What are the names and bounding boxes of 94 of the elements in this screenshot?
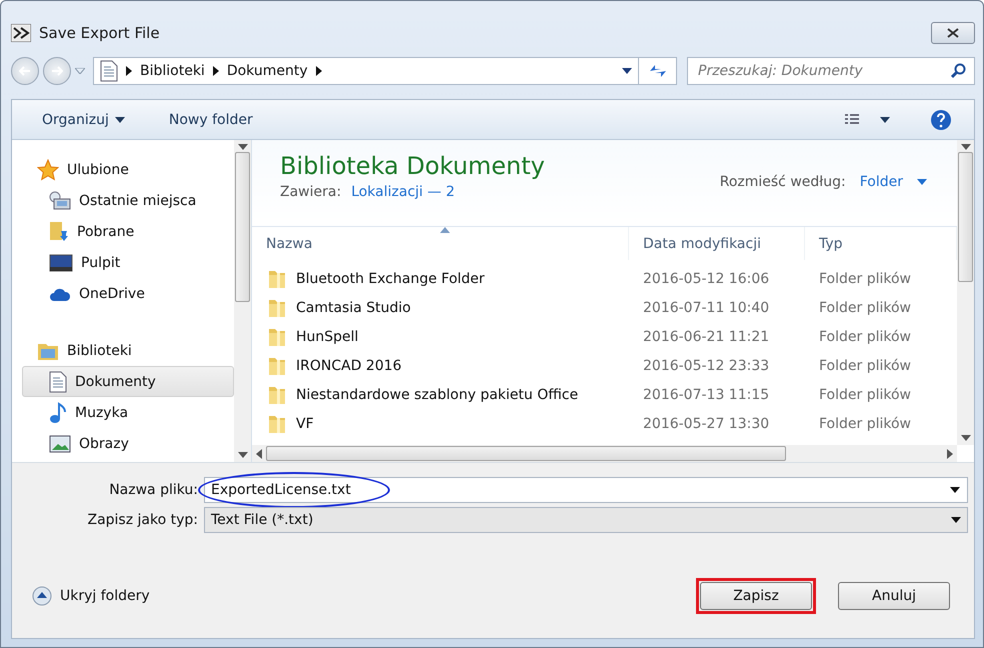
folder-icon	[268, 326, 286, 346]
back-arrow-icon	[19, 66, 31, 76]
new-folder-button[interactable]: Nowy folder	[164, 108, 257, 132]
nav-item[interactable]: Pulpit	[22, 247, 234, 278]
caret-icon	[880, 116, 890, 122]
forward-button[interactable]	[43, 57, 71, 85]
download-folder-icon	[49, 220, 69, 242]
dialog-button[interactable]: Anuluj	[838, 582, 950, 610]
column-header[interactable]: Nazwa	[252, 227, 629, 260]
nav-item[interactable]: Obrazy	[22, 428, 234, 459]
caret-icon	[951, 517, 961, 523]
scroll-left-icon	[256, 448, 262, 458]
type-cell-text: Folder plików	[818, 300, 912, 316]
date-cell-text: 2016-05-12 16:06	[642, 270, 770, 286]
file-name[interactable]: IRONCAD 2016	[252, 356, 629, 376]
caret-icon	[114, 116, 125, 122]
arrange-dropdown[interactable]: Folder	[860, 174, 903, 190]
document-icon	[49, 370, 67, 392]
window-title: Save Export File	[39, 24, 161, 42]
type-cell-text: Folder plików	[818, 358, 912, 374]
nav-item[interactable]: Dokumenty	[22, 366, 234, 397]
list-view-icon	[844, 112, 860, 126]
folder-icon	[268, 356, 286, 376]
folder-icon	[268, 298, 286, 318]
caret-icon	[238, 452, 248, 458]
star-icon	[37, 158, 59, 180]
nav-item[interactable]: Biblioteki	[22, 335, 234, 366]
field-label: Zapisz jako typ:	[86, 512, 198, 528]
forward-arrow-icon	[51, 66, 63, 76]
nav-item[interactable]: Pobrane	[22, 216, 234, 247]
nav-item[interactable]: OneDrive	[22, 278, 234, 309]
file-type-dropdown[interactable]: Text File (*.txt)	[204, 507, 968, 533]
history-caret-icon[interactable]	[75, 68, 85, 74]
file-name[interactable]: HunSpell	[252, 326, 629, 346]
type-cell-text: Folder plików	[818, 270, 912, 286]
desktop-icon	[49, 254, 73, 272]
arrange-label: Rozmieść według:	[720, 174, 846, 190]
date-cell-text: 2016-05-27 13:30	[642, 416, 770, 432]
app-icon	[11, 24, 31, 42]
locations-link[interactable]: Lokalizacji — 2	[351, 184, 455, 200]
help-icon[interactable]	[930, 108, 952, 130]
refresh-icon	[648, 63, 668, 79]
folder-icon	[268, 414, 286, 434]
close-button[interactable]	[931, 22, 975, 44]
dialog-button[interactable]: Zapisz	[700, 582, 812, 610]
contains-label: Zawiera:	[280, 184, 342, 200]
scrollbar[interactable]	[957, 140, 974, 445]
caret-icon	[917, 179, 927, 185]
nav-item[interactable]: Muzyka	[22, 397, 234, 428]
file-name[interactable]: Niestandardowe szablony pakietu Office	[252, 384, 629, 404]
horizontal-scrollbar[interactable]	[252, 445, 957, 462]
document-icon	[100, 60, 118, 82]
caret-icon	[238, 144, 248, 150]
search-field[interactable]: Przeszukaj: Dokumenty	[687, 57, 975, 85]
refresh-button[interactable]	[639, 57, 677, 85]
recent-places-icon	[49, 190, 71, 210]
back-button[interactable]	[11, 57, 39, 85]
collapse-icon	[32, 586, 52, 606]
field-label: Nazwa pliku:	[108, 482, 198, 498]
date-cell-text: 2016-07-13 11:15	[642, 386, 770, 402]
arrow-icon	[316, 66, 322, 76]
date-cell-text: 2016-07-11 10:40	[642, 300, 770, 316]
caret-icon	[960, 144, 970, 150]
image-icon	[49, 434, 71, 452]
music-note-icon	[49, 402, 67, 424]
column-header[interactable]: Data modyfikacji	[629, 227, 805, 260]
breadcrumb[interactable]: Dokumenty	[226, 63, 308, 79]
type-cell-text: Folder plików	[818, 386, 912, 402]
scrollbar[interactable]	[234, 140, 251, 462]
library-title: Biblioteka Dokumenty	[280, 152, 545, 180]
hide-folders-button[interactable]: Ukryj foldery	[32, 586, 150, 606]
caret-icon	[622, 68, 632, 74]
type-cell-text: Folder plików	[818, 416, 912, 432]
arrow-icon	[126, 66, 132, 76]
caret-icon	[960, 435, 970, 441]
scroll-right-icon	[947, 448, 953, 458]
nav-item[interactable]: Ulubione	[22, 154, 234, 185]
file-name-field[interactable]: ExportedLicense.txt	[204, 477, 968, 503]
type-cell-text: Folder plików	[818, 328, 912, 344]
address-bar[interactable]: Biblioteki Dokumenty	[93, 57, 639, 85]
nav-item[interactable]: Ostatnie miejsca	[22, 185, 234, 216]
file-name[interactable]: VF	[252, 414, 629, 434]
breadcrumb[interactable]: Biblioteki	[140, 63, 205, 79]
date-cell-text: 2016-06-21 11:21	[642, 328, 770, 344]
folder-icon	[268, 268, 286, 288]
file-name[interactable]: Camtasia Studio	[252, 298, 629, 318]
caret-icon	[950, 487, 960, 493]
folder-icon	[268, 384, 286, 404]
file-name[interactable]: Bluetooth Exchange Folder	[252, 268, 629, 288]
organize-button[interactable]: Organizuj	[38, 108, 129, 132]
date-cell-text: 2016-05-12 23:33	[642, 358, 770, 374]
arrow-icon	[212, 66, 219, 76]
close-icon	[947, 28, 959, 38]
search-icon	[951, 63, 967, 79]
